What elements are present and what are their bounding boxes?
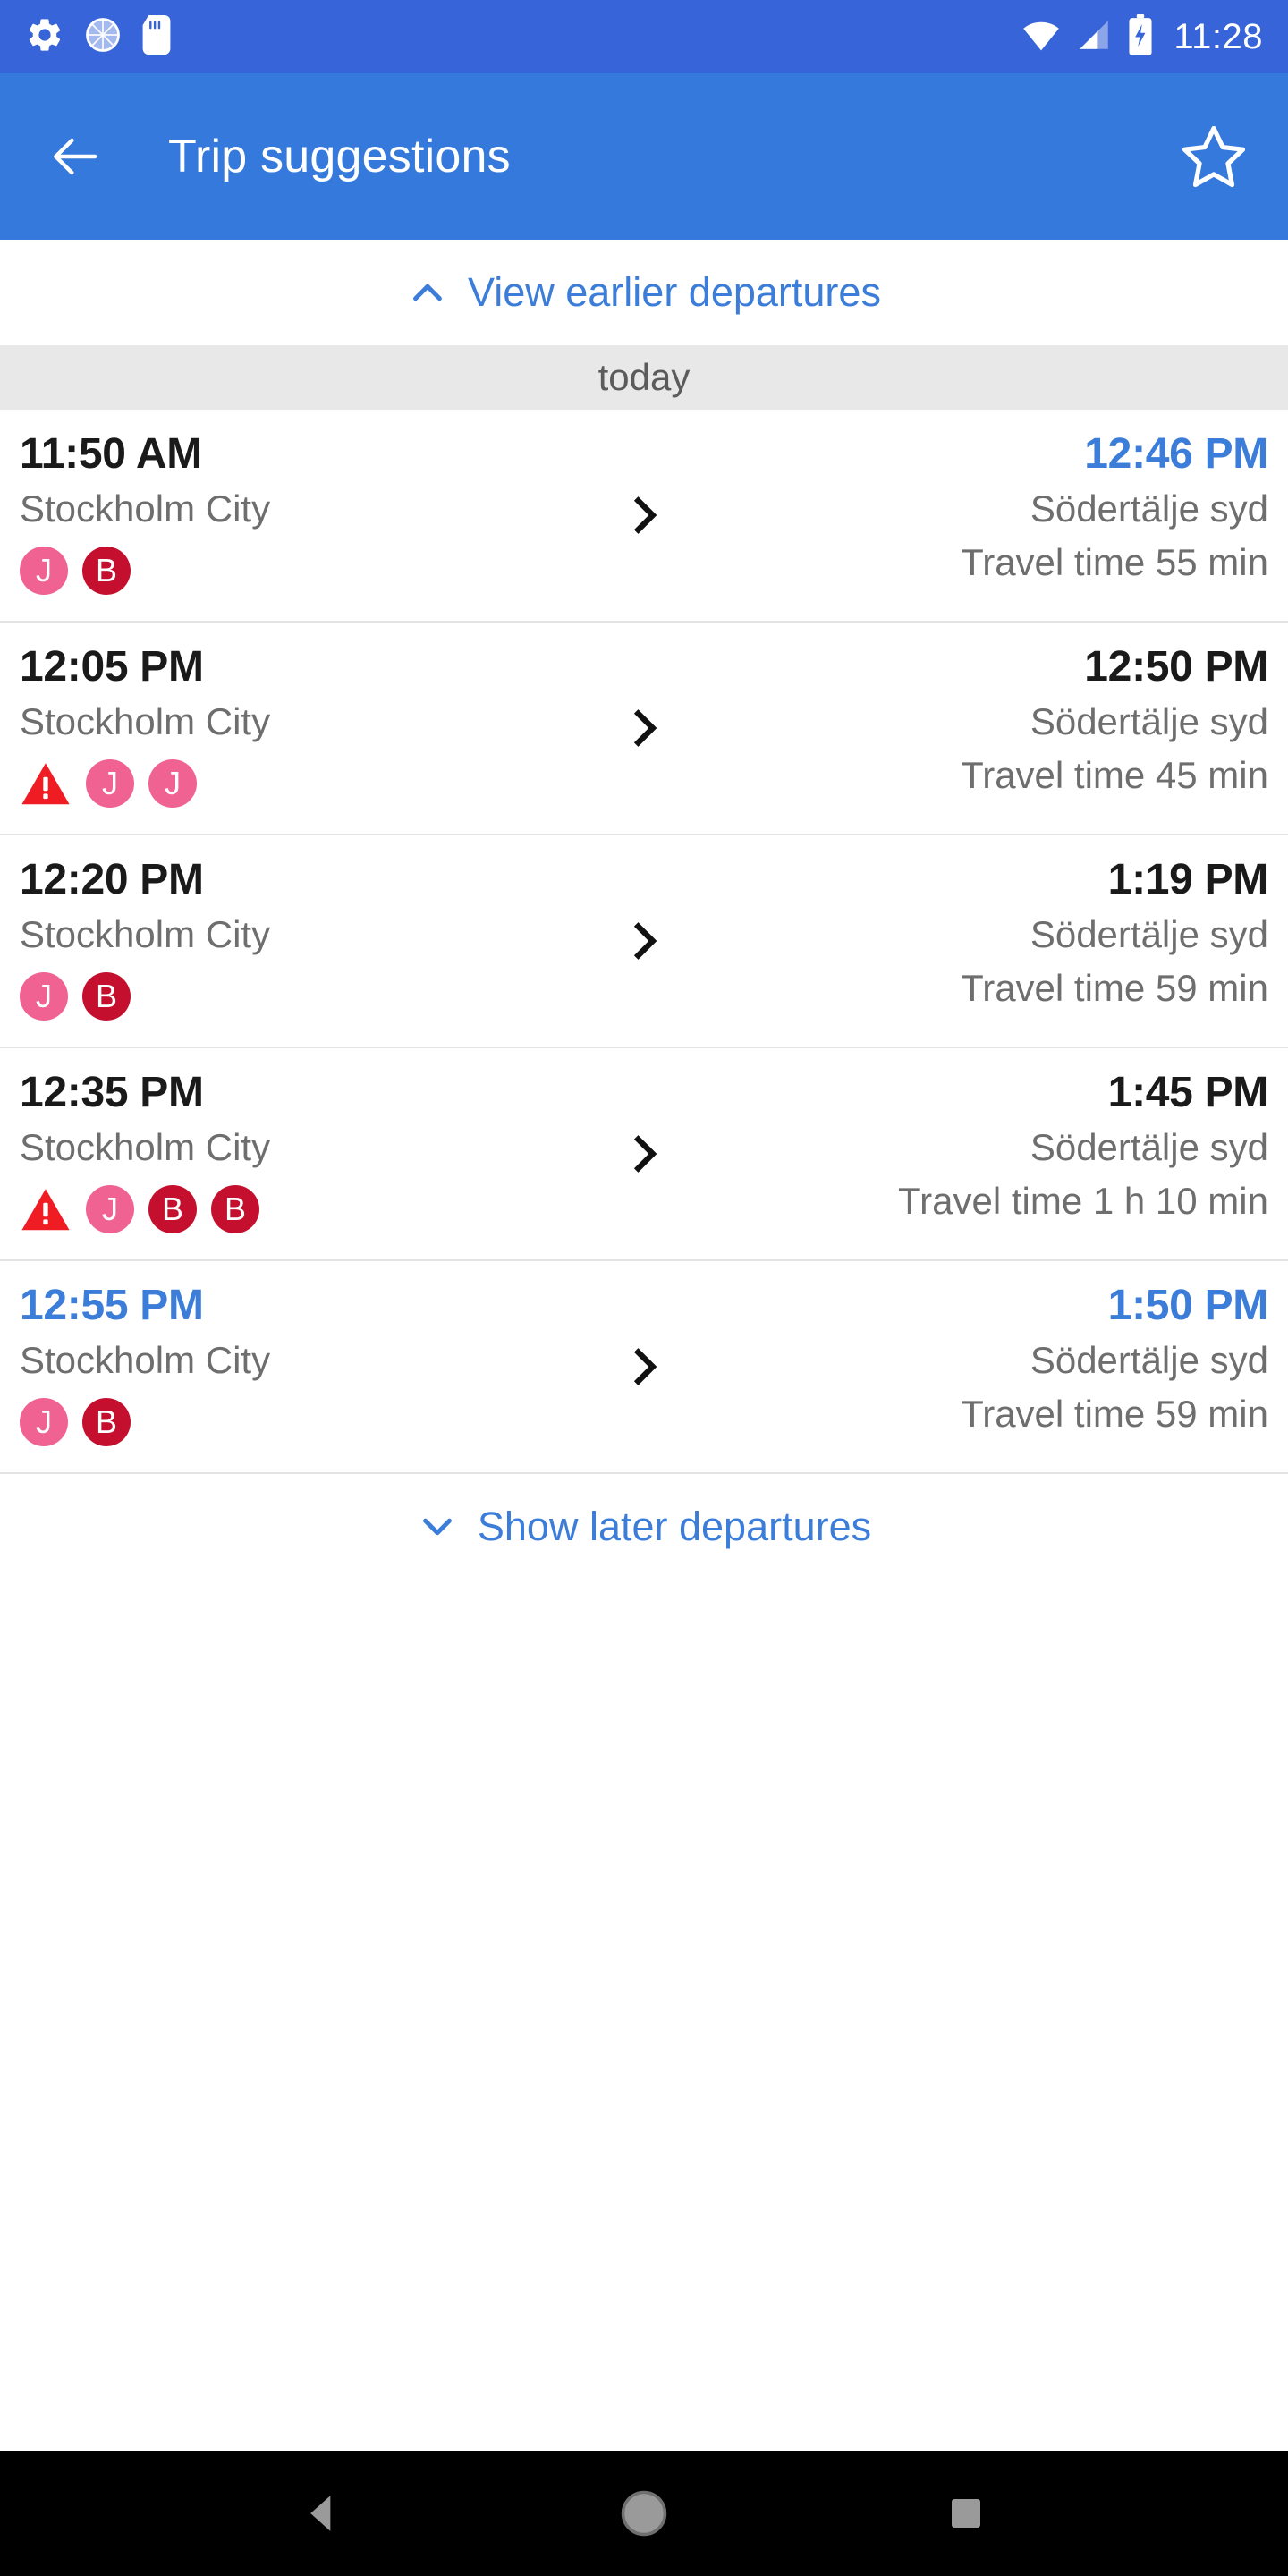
chevron-up-icon <box>407 272 448 313</box>
transit-line-badge: J <box>86 1185 134 1234</box>
trip-badges: JJ <box>20 758 594 809</box>
transit-line-badge: B <box>82 1398 131 1447</box>
chevron-down-icon <box>417 1506 458 1547</box>
destination-station: Södertälje syd <box>1030 912 1268 955</box>
origin-station: Stockholm City <box>20 1125 271 1168</box>
status-bar: 11:28 <box>0 0 1288 73</box>
trip-origin-column: 11:50 AM Stockholm City J B <box>20 429 594 597</box>
trip-destination-column: 1:45 PM Södertälje syd Travel time 1 h 10 … <box>694 1068 1268 1227</box>
nav-back-icon[interactable] <box>268 2460 376 2567</box>
transit-line-badge: J <box>20 1398 68 1447</box>
trip-direction-column <box>594 855 694 969</box>
destination-station: Södertälje syd <box>1030 1338 1268 1381</box>
trip-origin-column: 12:55 PM Stockholm City J B <box>20 1281 594 1448</box>
empty-space <box>0 1580 1288 2451</box>
back-arrow-icon[interactable] <box>47 129 102 184</box>
trip-list: 11:50 AM Stockholm City J B 12:46 PM Södertäl… <box>0 410 1288 1474</box>
departure-time: 12:35 PM <box>20 1069 204 1116</box>
destination-station: Södertälje syd <box>1030 487 1268 530</box>
destination-station: Södertälje syd <box>1030 699 1268 742</box>
chevron-right-icon <box>621 918 667 969</box>
status-bar-left-icons <box>25 14 172 59</box>
trip-row[interactable]: 12:55 PM Stockholm City J B 1:50 PM Södertälj… <box>0 1261 1288 1474</box>
view-earlier-departures-label: View earlier departures <box>468 269 881 315</box>
travel-duration: Travel time 1 h 10 min <box>898 1180 1268 1223</box>
trip-destination-column: 12:50 PM Södertälje syd Travel time 45 min <box>694 642 1268 801</box>
trip-badges: JB <box>20 970 594 1022</box>
transit-line-badge: J <box>20 547 68 596</box>
status-bar-clock: 11:28 <box>1174 17 1263 56</box>
transit-line-badge: B <box>148 1185 197 1234</box>
travel-duration: Travel time 59 min <box>961 1393 1268 1436</box>
arrival-time: 1:19 PM <box>1107 856 1269 903</box>
warning-triangle-icon <box>20 759 72 808</box>
travel-duration: Travel time 59 min <box>961 967 1268 1010</box>
trip-direction-column <box>594 642 694 756</box>
trip-destination-column: 1:19 PM Södertälje syd Travel time 59 min <box>694 855 1268 1014</box>
show-later-departures-label: Show later departures <box>477 1504 872 1549</box>
app-screen: 11:28 Trip suggestions View earlier depa… <box>0 0 1288 2576</box>
transit-line-badge: J <box>86 759 134 809</box>
arrival-time: 12:50 PM <box>1084 643 1268 691</box>
trip-origin-column: 12:35 PM Stockholm City J B B <box>20 1068 594 1235</box>
status-bar-right-icons: 11:28 <box>1021 13 1263 60</box>
departure-time: 12:05 PM <box>20 643 204 691</box>
trip-badges: JB <box>20 1396 594 1448</box>
origin-station: Stockholm City <box>20 1338 271 1381</box>
sync-circle-icon <box>84 16 122 58</box>
trip-row[interactable]: 11:50 AM Stockholm City J B 12:46 PM Södertäl… <box>0 410 1288 623</box>
trip-destination-column: 1:50 PM Södertälje syd Travel time 59 min <box>694 1281 1268 1440</box>
origin-station: Stockholm City <box>20 699 271 742</box>
chevron-right-icon <box>621 1343 667 1394</box>
battery-charging-icon <box>1127 13 1154 60</box>
trip-row[interactable]: 12:35 PM Stockholm City J B B 1:45 PM Södertäl… <box>0 1048 1288 1261</box>
transit-line-badge: B <box>82 547 131 596</box>
trip-origin-column: 12:05 PM Stockholm City J J <box>20 642 594 809</box>
destination-station: Södertälje syd <box>1030 1125 1268 1168</box>
trip-origin-column: 12:20 PM Stockholm City J B <box>20 855 594 1022</box>
nav-home-icon[interactable] <box>590 2460 698 2567</box>
trip-direction-column <box>594 1068 694 1182</box>
travel-duration: Travel time 45 min <box>961 754 1268 797</box>
arrival-time: 1:50 PM <box>1107 1282 1269 1329</box>
transit-line-badge: J <box>148 759 197 809</box>
origin-station: Stockholm City <box>20 912 271 955</box>
chevron-right-icon <box>621 1131 667 1182</box>
arrival-time: 12:46 PM <box>1084 430 1268 478</box>
trip-badges: JB <box>20 545 594 597</box>
transit-line-badge: B <box>82 972 131 1021</box>
day-header-label: today <box>597 356 691 398</box>
app-bar: Trip suggestions <box>0 73 1288 240</box>
arrival-time: 1:45 PM <box>1107 1069 1269 1116</box>
android-navigation-bar <box>0 2451 1288 2576</box>
page-title: Trip suggestions <box>168 131 511 182</box>
nav-recents-icon[interactable] <box>912 2460 1020 2567</box>
cellular-signal-icon <box>1075 16 1113 58</box>
warning-triangle-icon <box>20 1185 72 1233</box>
main-content: View earlier departures today 11:50 AM St… <box>0 240 1288 2451</box>
star-outline-icon[interactable] <box>1179 122 1249 191</box>
wifi-icon <box>1021 15 1061 59</box>
gear-icon <box>25 15 64 59</box>
trip-row[interactable]: 12:05 PM Stockholm City J J 12:50 PM Södertäl… <box>0 623 1288 835</box>
chevron-right-icon <box>621 492 667 543</box>
trip-badges: JBB <box>20 1183 594 1235</box>
show-later-departures-button[interactable]: Show later departures <box>0 1474 1288 1580</box>
trip-direction-column <box>594 1281 694 1394</box>
trip-destination-column: 12:46 PM Södertälje syd Travel time 55 min <box>694 429 1268 589</box>
transit-line-badge: B <box>211 1185 259 1234</box>
transit-line-badge: J <box>20 972 68 1021</box>
chevron-right-icon <box>621 705 667 756</box>
departure-time: 11:50 AM <box>20 430 202 478</box>
sd-card-icon <box>141 14 172 59</box>
departure-time: 12:55 PM <box>20 1282 204 1329</box>
view-earlier-departures-button[interactable]: View earlier departures <box>0 240 1288 345</box>
travel-duration: Travel time 55 min <box>961 541 1268 584</box>
trip-direction-column <box>594 429 694 543</box>
origin-station: Stockholm City <box>20 487 271 530</box>
day-header: today <box>0 345 1288 410</box>
departure-time: 12:20 PM <box>20 856 204 903</box>
trip-row[interactable]: 12:20 PM Stockholm City J B 1:19 PM Södertälj… <box>0 835 1288 1048</box>
